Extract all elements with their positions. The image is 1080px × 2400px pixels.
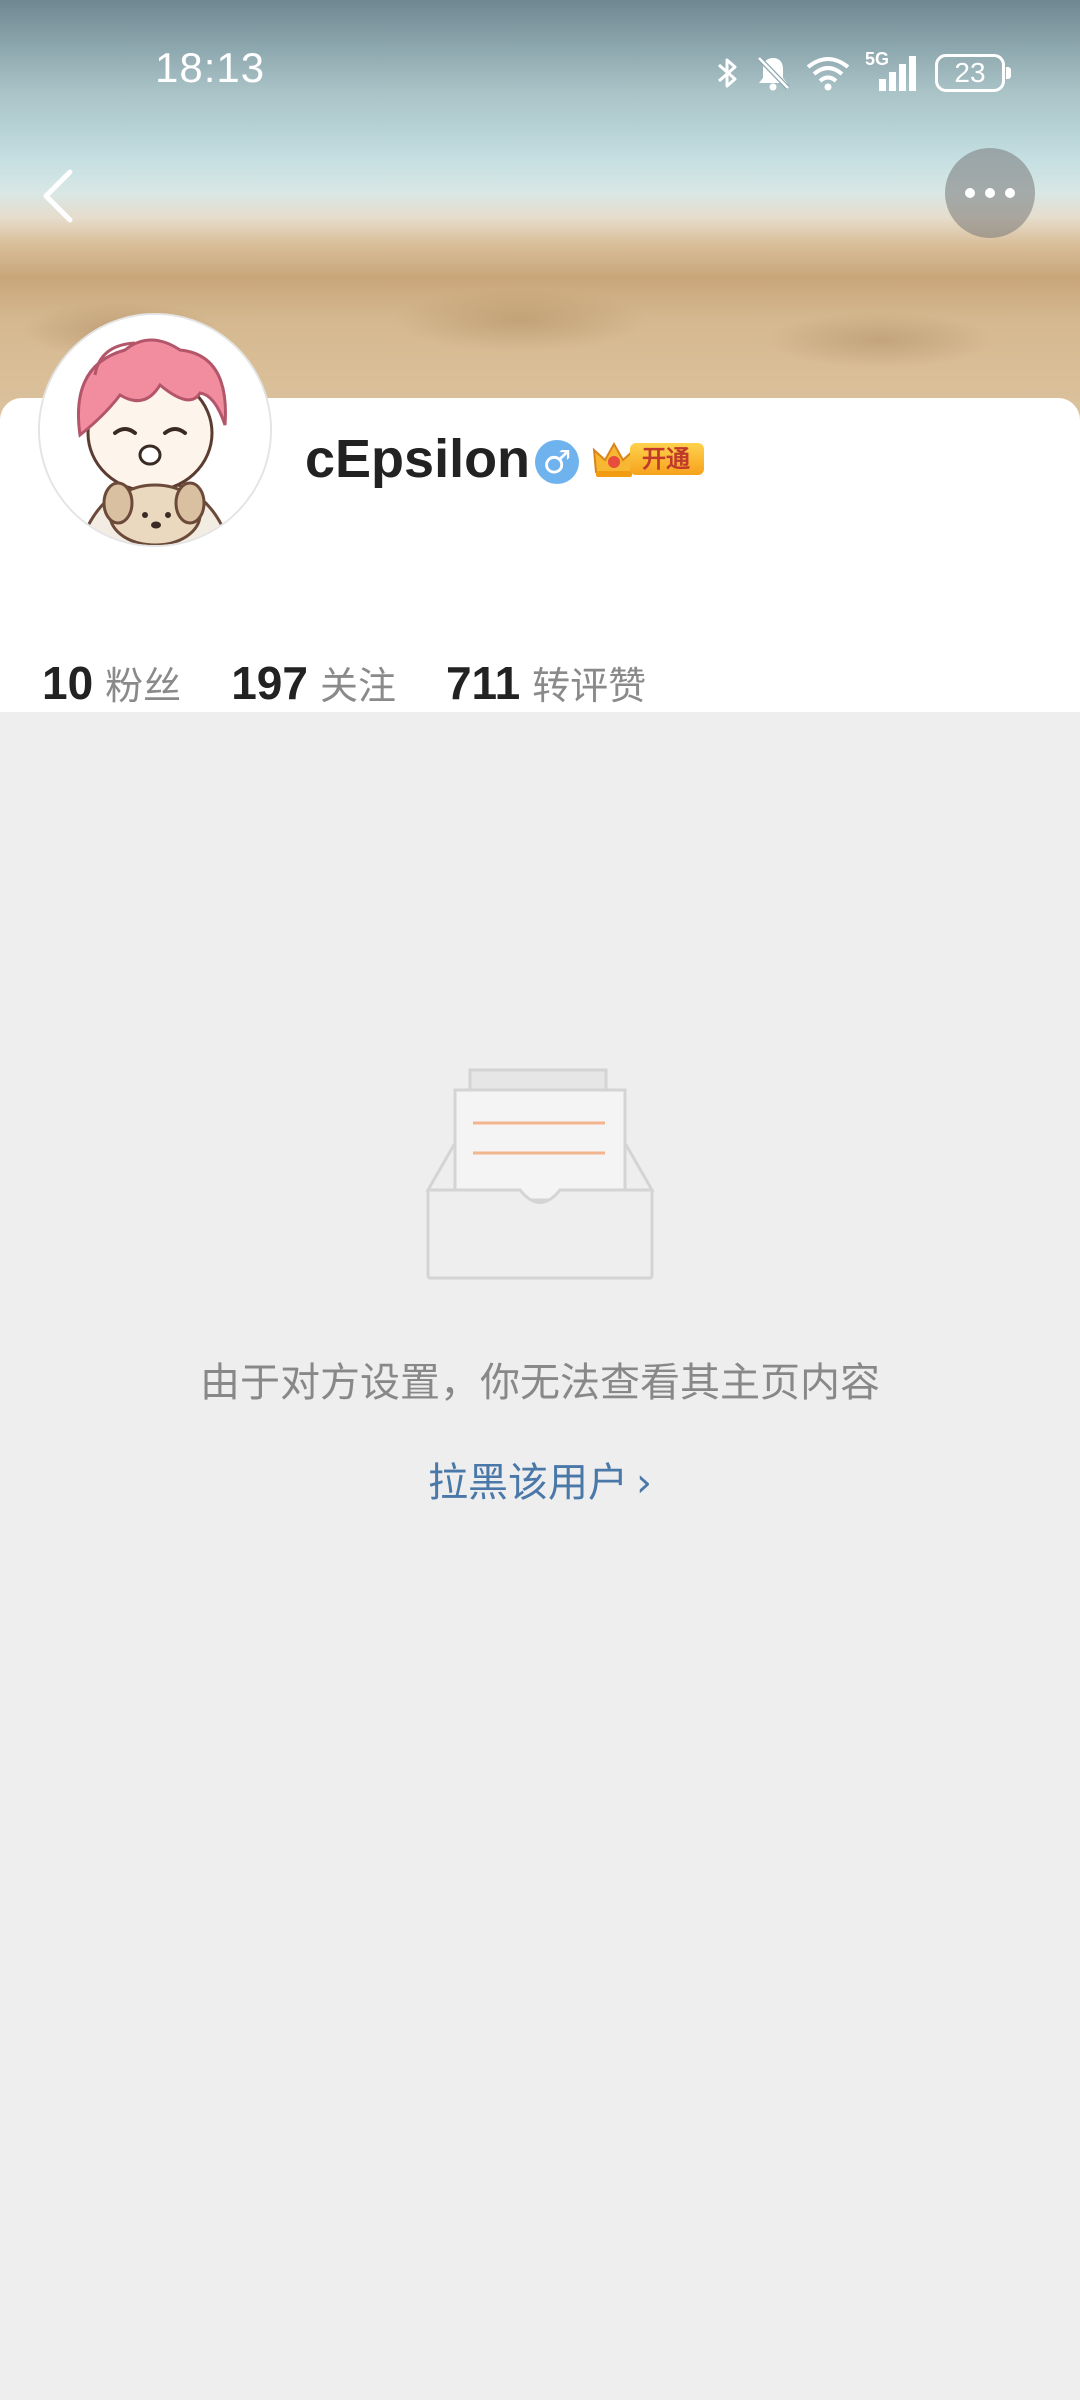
stat-value: 711 xyxy=(445,657,521,709)
avatar[interactable] xyxy=(40,315,270,545)
more-horizontal-icon xyxy=(965,188,1015,198)
avatar-illustration xyxy=(40,315,270,545)
wifi-icon xyxy=(806,57,850,91)
username: cEpsilon xyxy=(305,429,531,489)
stat-label: 关注 xyxy=(319,664,396,708)
status-icons: 5G 23 xyxy=(715,48,1011,98)
stat-label: 粉丝 xyxy=(105,664,182,708)
chevron-left-icon xyxy=(43,169,73,223)
vip-open-button[interactable]: 开通 xyxy=(592,438,704,480)
vip-label: 开通 xyxy=(630,443,704,475)
status-bar: 18:13 5G 23 xyxy=(0,0,1080,140)
bluetooth-icon xyxy=(718,58,737,88)
chevron-right-icon: › xyxy=(636,1460,652,1506)
gender-male-icon: ♂ xyxy=(535,440,579,484)
stats-row: 10 粉丝 197 关注 711 转评赞 xyxy=(42,655,696,710)
battery-level: 23 xyxy=(954,57,986,88)
status-time: 18:13 xyxy=(155,44,266,91)
stat-label: 转评赞 xyxy=(532,664,647,708)
stat-following[interactable]: 197 关注 xyxy=(231,655,396,710)
signal-icon xyxy=(879,56,916,91)
block-user-label: 拉黑该用户 xyxy=(428,1460,628,1506)
empty-state-message: 由于对方设置，你无法查看其主页内容 xyxy=(200,1360,880,1406)
block-user-link[interactable]: 拉黑该用户 › xyxy=(0,1450,1080,1508)
back-button[interactable] xyxy=(30,160,90,230)
stat-value: 197 xyxy=(231,657,308,709)
stat-followers[interactable]: 10 粉丝 xyxy=(42,655,181,710)
more-button[interactable] xyxy=(945,148,1035,238)
stat-interactions[interactable]: 711 转评赞 xyxy=(446,655,646,710)
bell-muted-icon xyxy=(757,56,790,91)
battery-indicator: 23 xyxy=(935,54,1011,92)
stat-value: 10 xyxy=(42,657,94,709)
empty-inbox-icon xyxy=(425,1068,655,1280)
network-type: 5G xyxy=(865,49,921,93)
